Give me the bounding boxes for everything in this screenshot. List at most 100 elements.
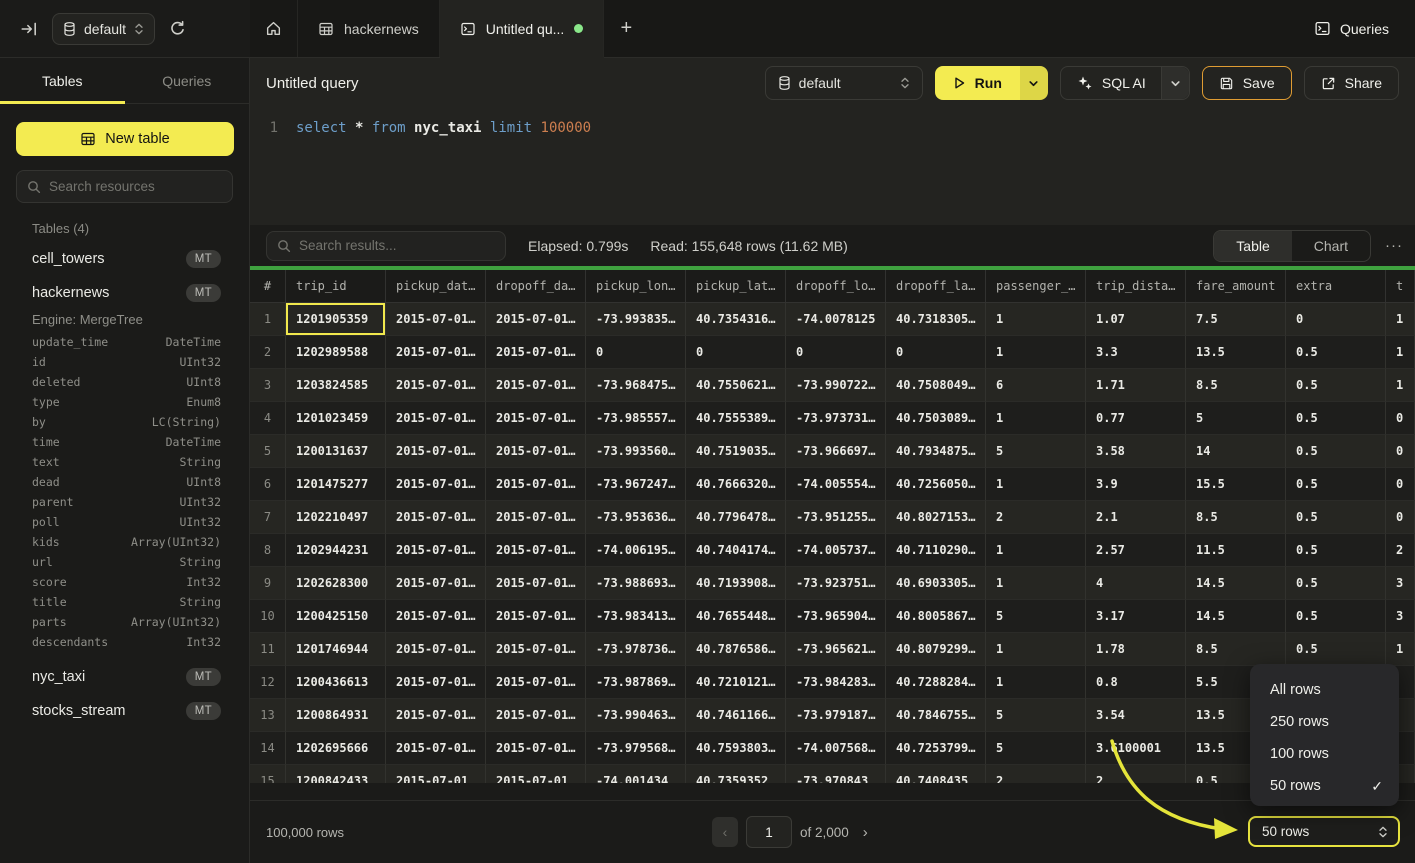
sql-ai-button[interactable]: SQL AI [1060,66,1190,100]
refresh-icon[interactable] [169,20,186,37]
table-cell[interactable]: 2015-07-01… [486,666,586,699]
table-cell[interactable]: 4 [1086,567,1186,600]
table-cell[interactable]: 0.5 [1286,369,1386,402]
table-cell[interactable]: 0 [686,336,786,369]
table-cell[interactable]: 3.9 [1086,468,1186,501]
table-cell[interactable]: 1 [986,666,1086,699]
table-cell[interactable]: 0.5 [1286,600,1386,633]
column-header-fare_amount[interactable]: fare_amount [1186,270,1286,302]
table-cell[interactable]: 1.71 [1086,369,1186,402]
new-tab-button[interactable]: + [604,0,648,57]
sidebar-tab-queries[interactable]: Queries [125,58,250,103]
table-cell[interactable]: 2.57 [1086,534,1186,567]
table-cell[interactable]: 1202695666 [286,732,386,765]
table-cell[interactable]: 2015-07-01… [486,501,586,534]
table-cell[interactable]: 5 [1186,402,1286,435]
table-cell[interactable]: -74.006195… [586,534,686,567]
table-cell[interactable]: -74.001434 [586,765,686,783]
table-cell[interactable]: 40.7193908… [686,567,786,600]
sql-editor[interactable]: 1 select * from nyc_taxi limit 100000 [250,108,1415,225]
table-cell[interactable]: 2 [986,765,1086,783]
table-cell[interactable]: 0.5 [1286,468,1386,501]
run-button[interactable]: Run [935,66,1020,100]
table-cell[interactable]: -73.983413… [586,600,686,633]
table-cell[interactable]: 14 [1186,435,1286,468]
table-cell[interactable]: 5 [986,699,1086,732]
table-cell[interactable]: 40.7550621… [686,369,786,402]
table-cell[interactable]: 1200864931 [286,699,386,732]
results-search-input[interactable] [299,238,479,253]
table-cell[interactable]: 40.7288284… [886,666,986,699]
table-cell[interactable]: 13.5 [1186,336,1286,369]
table-cell[interactable]: 2015-07-01… [386,633,486,666]
table-cell[interactable]: 0.5 [1286,435,1386,468]
table-cell[interactable]: 40.7404174… [686,534,786,567]
column-header-rownum[interactable]: # [250,270,286,302]
menu-item-50-rows[interactable]: 50 rows✓ [1250,770,1399,802]
table-cell[interactable]: -73.923751… [786,567,886,600]
table-cell[interactable]: 0.5 [1286,501,1386,534]
column-header-t[interactable]: t [1386,270,1415,302]
table-cell[interactable]: -74.005554… [786,468,886,501]
table-cell[interactable]: 14.5 [1186,600,1286,633]
prev-page-button[interactable]: ‹ [712,817,738,847]
table-cell[interactable]: 40.7318305… [886,303,986,336]
table-cell[interactable]: 1 [1386,336,1415,369]
sidebar-table-stocks_stream[interactable]: stocks_streamMT [0,694,249,728]
table-cell[interactable]: -73.951255… [786,501,886,534]
table-cell[interactable]: 2015-07-01 [386,765,486,783]
table-cell[interactable]: 1202944231 [286,534,386,567]
table-cell[interactable]: 40.6903305… [886,567,986,600]
table-cell[interactable]: 0.5 [1286,633,1386,666]
table-cell[interactable]: 2015-07-01… [386,501,486,534]
table-cell[interactable]: 5 [986,435,1086,468]
table-cell[interactable]: -73.993560… [586,435,686,468]
table-cell[interactable]: 2015-07-01… [386,534,486,567]
table-cell[interactable]: 11.5 [1186,534,1286,567]
table-cell[interactable]: 2015-07-01… [486,534,586,567]
table-cell[interactable]: 2015-07-01 [486,765,586,783]
table-cell[interactable]: 2015-07-01… [486,567,586,600]
table-cell[interactable]: 5 [986,600,1086,633]
tab-hackernews[interactable]: hackernews [298,0,440,57]
table-cell[interactable]: 40.8027153… [886,501,986,534]
table-cell[interactable]: 8.5 [1186,369,1286,402]
table-cell[interactable]: 40.7256050… [886,468,986,501]
table-cell[interactable]: 1202210497 [286,501,386,534]
table-cell[interactable]: 1200842433 [286,765,386,783]
column-header-pickup_dat[interactable]: pickup_dat… [386,270,486,302]
table-cell[interactable]: 0.5 [1286,336,1386,369]
table-cell[interactable]: -73.979568… [586,732,686,765]
table-cell[interactable]: 40.7876586… [686,633,786,666]
table-cell[interactable]: 1201905359 [286,303,386,336]
table-cell[interactable]: 40.7593803… [686,732,786,765]
table-cell[interactable]: 3.17 [1086,600,1186,633]
table-cell[interactable]: 2 [1386,534,1415,567]
table-cell[interactable]: 2015-07-01… [386,699,486,732]
table-cell[interactable]: 0 [1386,435,1415,468]
table-cell[interactable]: -73.984283… [786,666,886,699]
table-cell[interactable]: -73.993835… [586,303,686,336]
column-header-trip_id[interactable]: trip_id [286,270,386,302]
table-cell[interactable]: 0 [1386,468,1415,501]
menu-item-250-rows[interactable]: 250 rows [1250,706,1399,738]
table-cell[interactable]: 0 [586,336,686,369]
table-cell[interactable]: 2015-07-01… [386,336,486,369]
database-selector[interactable]: default [52,13,155,45]
table-cell[interactable]: -73.965621… [786,633,886,666]
table-cell[interactable]: 2015-07-01… [386,732,486,765]
table-cell[interactable]: -73.978736… [586,633,686,666]
table-cell[interactable]: 2015-07-01… [386,369,486,402]
table-cell[interactable]: 2 [1086,765,1186,783]
table-cell[interactable]: 0 [786,336,886,369]
table-cell[interactable]: 2015-07-01… [386,402,486,435]
table-cell[interactable]: -73.979187… [786,699,886,732]
column-header-dropoff_da[interactable]: dropoff_da… [486,270,586,302]
queries-button[interactable]: Queries [1314,0,1415,57]
table-cell[interactable]: -74.005737… [786,534,886,567]
table-cell[interactable]: 1 [1386,303,1415,336]
column-header-trip_dista[interactable]: trip_dista… [1086,270,1186,302]
table-cell[interactable]: 0.8 [1086,666,1186,699]
table-cell[interactable]: -73.968475… [586,369,686,402]
table-cell[interactable]: 3.58 [1086,435,1186,468]
